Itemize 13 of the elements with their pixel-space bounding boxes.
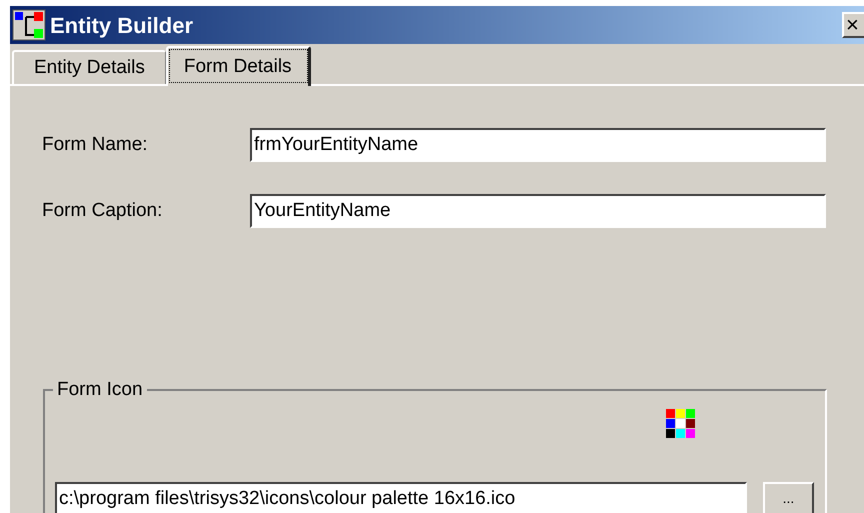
close-button[interactable]: × — [842, 12, 864, 38]
input-field[interactable]: YourEntityName — [250, 194, 826, 228]
input-field[interactable]: frmYourEntityName — [250, 128, 826, 162]
browse-button[interactable]: ... — [763, 482, 814, 513]
tab[interactable]: Entity Details — [12, 50, 166, 84]
field-label: Form Name: — [42, 132, 149, 157]
app-icon — [12, 9, 46, 41]
window-title: Entity Builder — [50, 12, 194, 40]
icon-path-field[interactable]: c:\program files\trisys32\icons\colour palette 16x16.ico — [55, 482, 747, 513]
field-label: Form Caption: — [42, 198, 164, 223]
group-label: Form Icon — [56, 378, 144, 402]
tab[interactable]: Form Details — [166, 46, 311, 86]
palette-icon — [666, 408, 695, 438]
